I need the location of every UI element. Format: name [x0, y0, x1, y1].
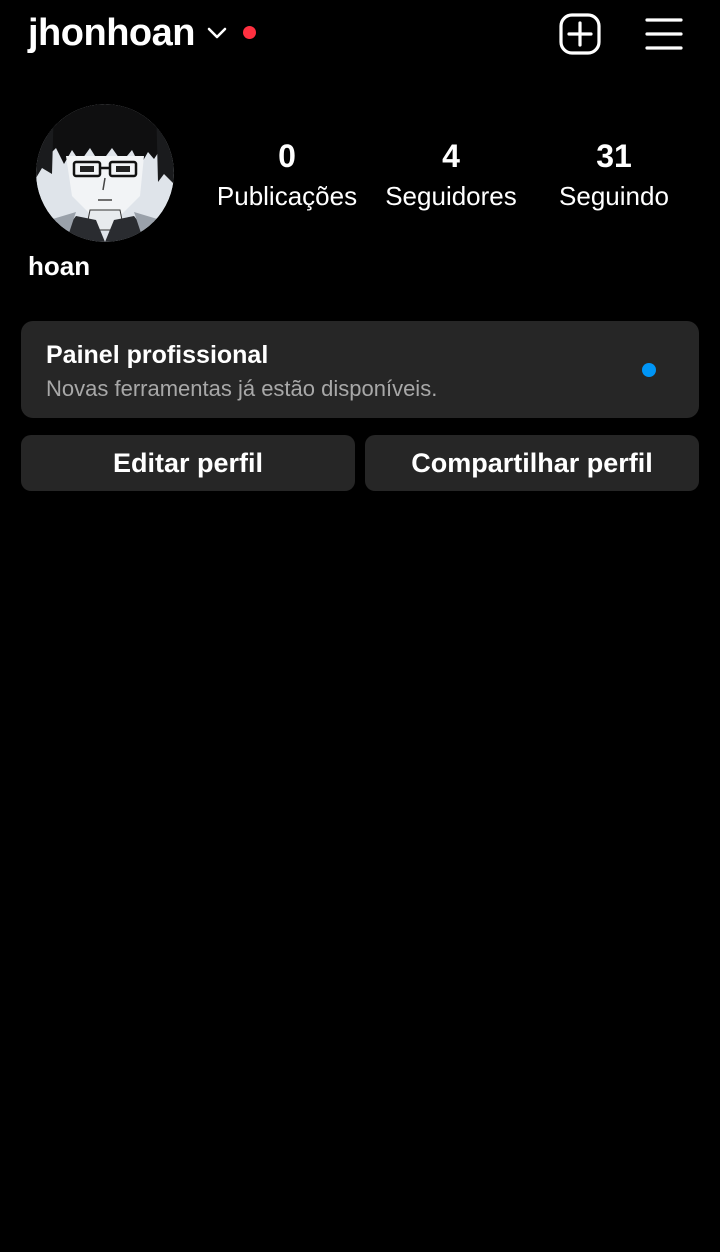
notification-dot [243, 26, 256, 39]
posts-stat[interactable]: 0 Publicações [212, 136, 362, 216]
followers-stat[interactable]: 4 Seguidores [376, 136, 526, 216]
following-label: Seguindo [559, 181, 669, 211]
account-switcher[interactable]: jhonhoan [28, 8, 227, 58]
create-button[interactable] [558, 12, 602, 56]
posts-count: 0 [278, 138, 296, 174]
following-count: 31 [596, 138, 632, 174]
followers-count: 4 [442, 138, 460, 174]
display-name: hoan [28, 251, 91, 281]
hamburger-menu-icon [644, 18, 684, 58]
menu-button[interactable] [644, 14, 684, 54]
chevron-down-icon [207, 26, 227, 40]
following-stat[interactable]: 31 Seguindo [540, 136, 688, 216]
plus-square-icon [558, 13, 602, 60]
dashboard-title: Painel profissional [46, 341, 269, 369]
new-indicator-dot [642, 363, 656, 377]
edit-profile-button[interactable]: Editar perfil [21, 435, 355, 491]
followers-label: Seguidores [385, 181, 517, 211]
professional-dashboard-card[interactable]: Painel profissional Novas ferramentas já… [21, 321, 699, 418]
share-profile-button[interactable]: Compartilhar perfil [365, 435, 699, 491]
dashboard-subtitle: Novas ferramentas já estão disponíveis. [46, 376, 438, 401]
posts-label: Publicações [216, 181, 358, 211]
profile-stats: 0 Publicações 4 Seguidores 31 Seguindo [0, 136, 720, 226]
top-bar: jhonhoan [0, 0, 720, 68]
username: jhonhoan [28, 12, 195, 54]
